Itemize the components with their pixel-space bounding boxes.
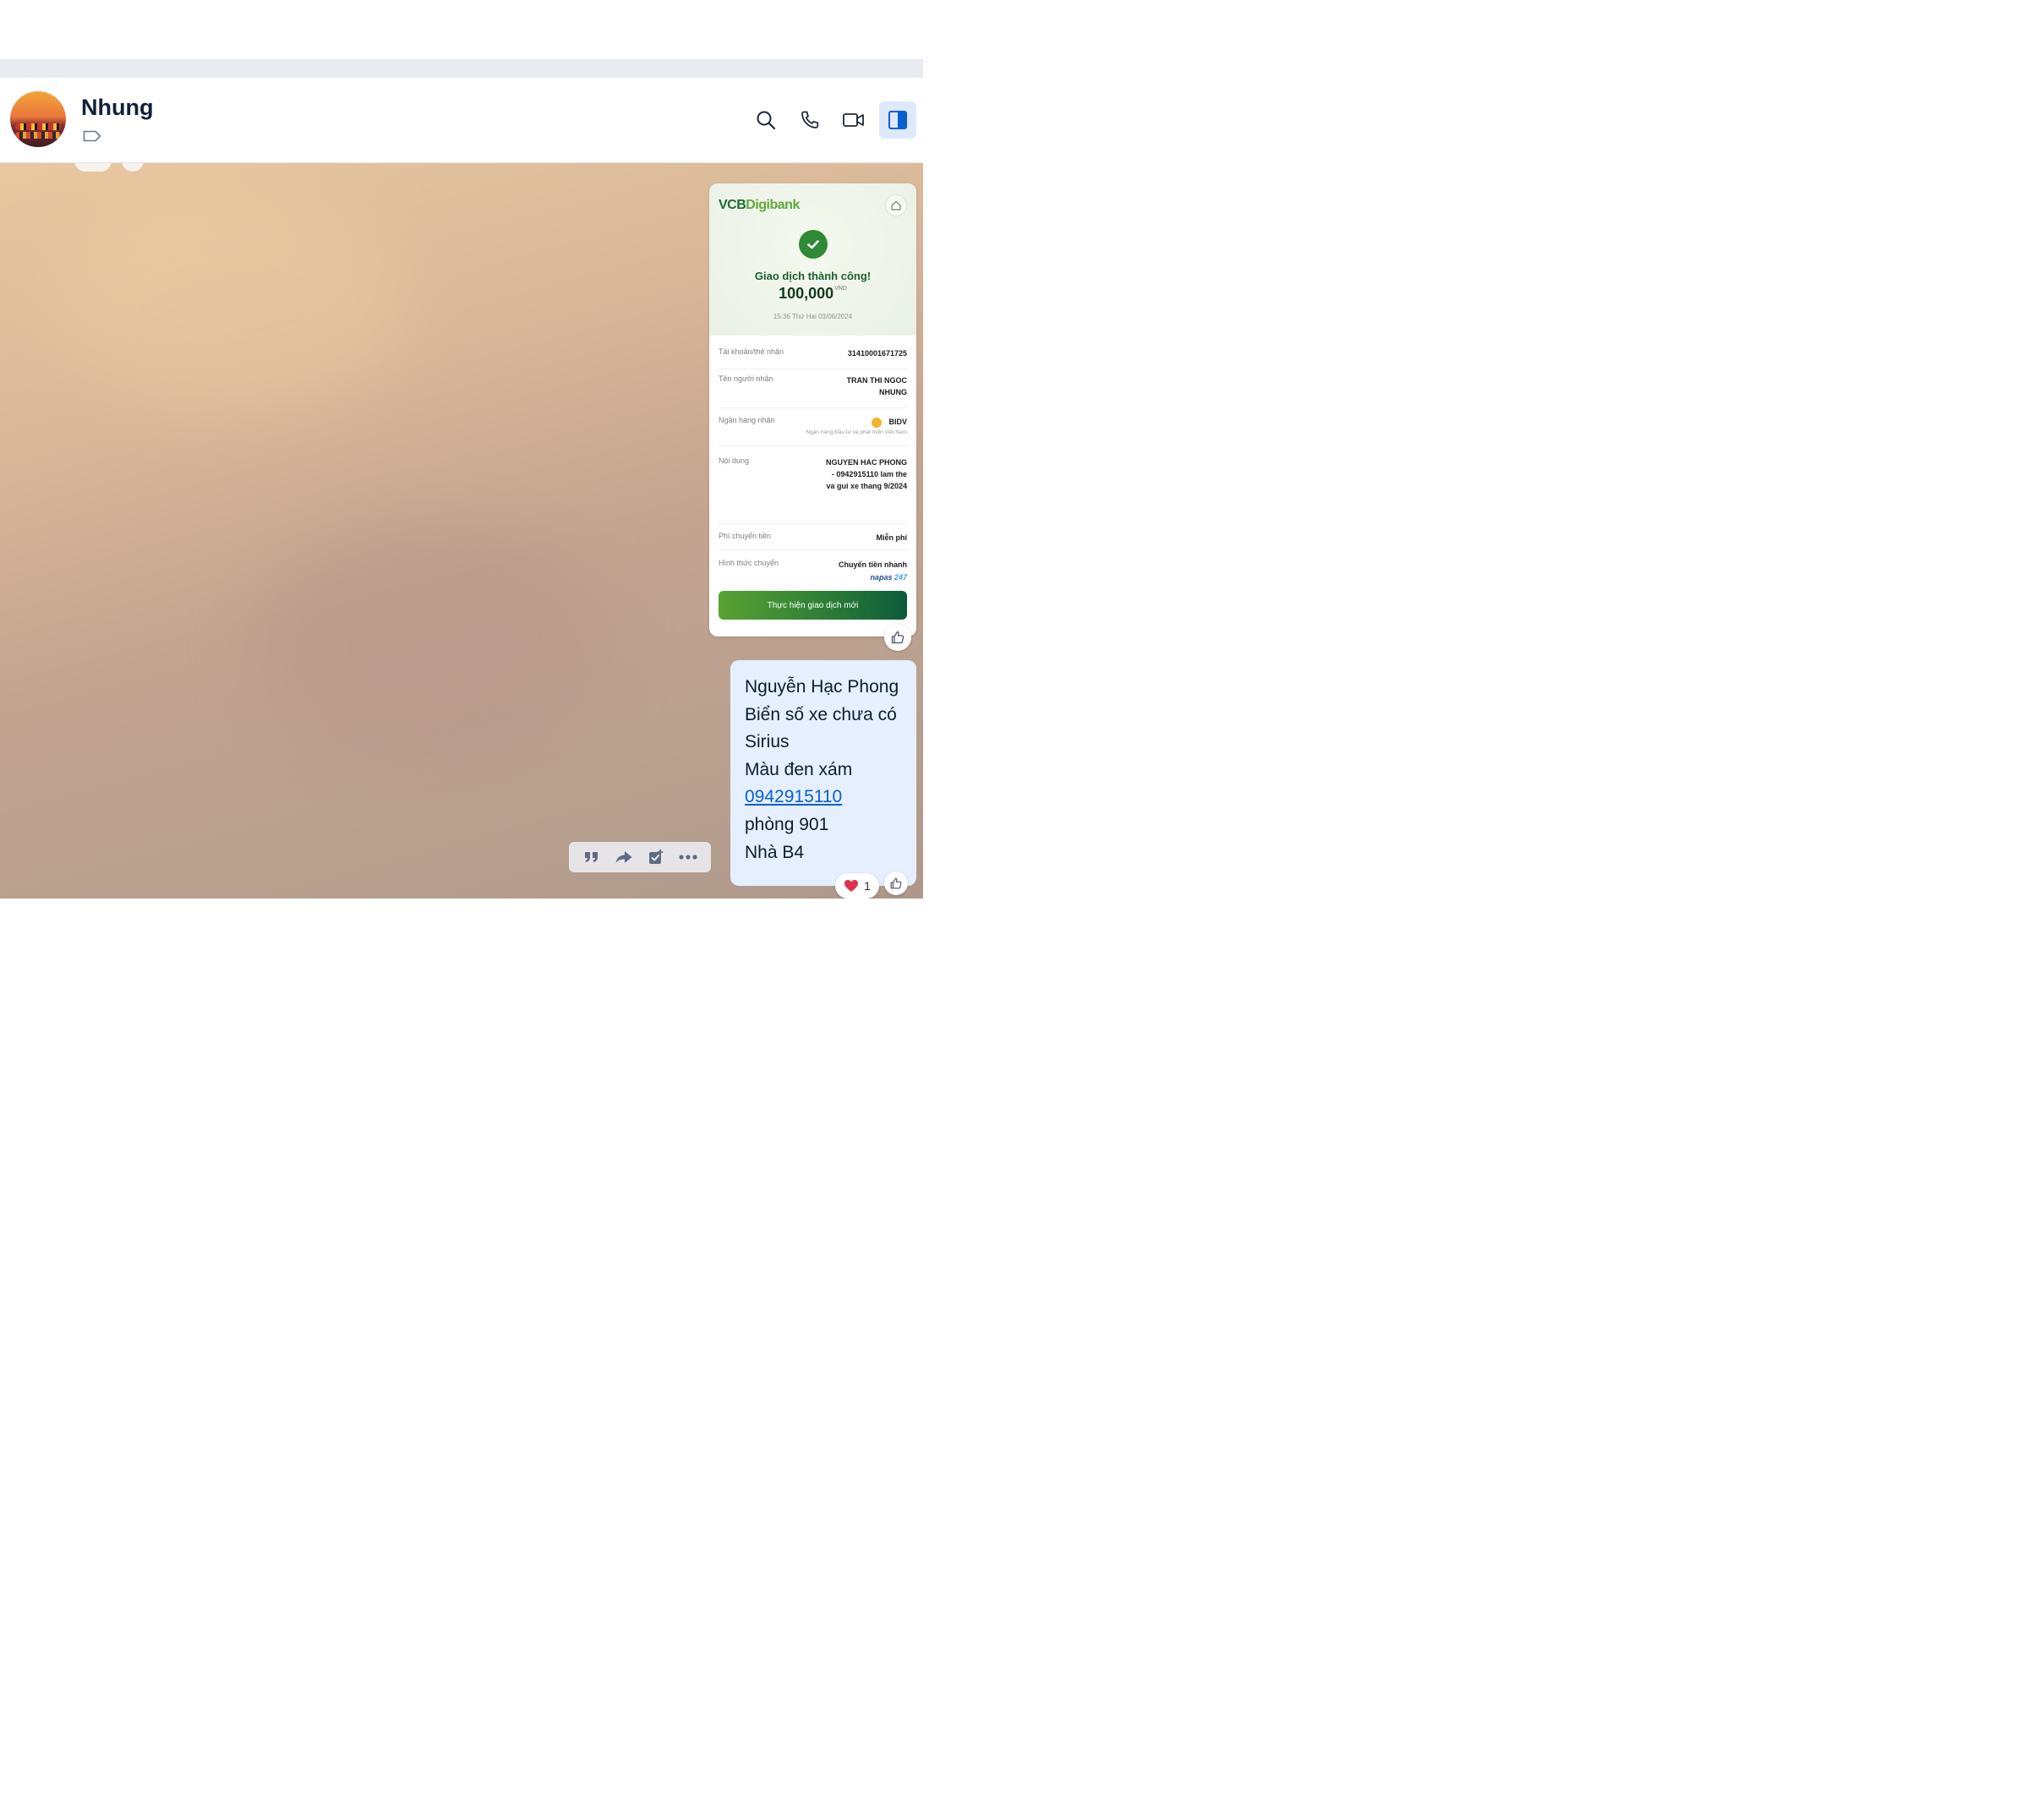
thumbs-up-icon <box>891 631 904 644</box>
phone-number-link[interactable]: 0942915110 <box>745 784 902 811</box>
new-transaction-button: Thực hiện giao dịch mới <box>719 591 907 620</box>
receipt-row-method: Hình thức chuyển Chuyển tiền nhanh napas… <box>719 559 907 582</box>
more-options-button[interactable] <box>675 844 701 870</box>
receipt-row-content: Nội dung NGUYEN HAC PHONG - 0942915110 l… <box>719 456 907 524</box>
vcb-digibank-logo: VCBDigibank <box>719 198 800 212</box>
transfer-receipt-image[interactable]: VCBDigibank Giao dịch thành công! 100,00… <box>709 183 916 637</box>
search-button[interactable] <box>747 101 784 139</box>
quote-icon <box>585 852 598 862</box>
thumbs-up-icon <box>890 877 902 889</box>
receipt-home-button <box>885 194 907 216</box>
create-task-button[interactable] <box>643 844 669 870</box>
napas-247-logo: napas 247 <box>870 573 907 582</box>
phone-icon <box>801 111 819 128</box>
transaction-status: Giao dịch thành công! <box>754 270 872 282</box>
like-reaction-button[interactable] <box>884 624 911 651</box>
side-panel-icon <box>888 111 907 129</box>
video-call-button[interactable] <box>835 101 872 139</box>
more-icon <box>679 855 697 860</box>
forward-button[interactable] <box>611 844 637 870</box>
bidv-logo-icon <box>872 417 883 428</box>
window-top-area <box>0 0 923 59</box>
side-panel-toggle[interactable] <box>879 101 916 139</box>
message-line: phòng 901 <box>745 814 829 834</box>
transaction-amount: 100,000VND <box>779 285 847 302</box>
previous-reaction-pill[interactable] <box>74 163 112 172</box>
heart-icon <box>844 880 859 892</box>
quote-button[interactable] <box>579 844 604 870</box>
chat-header: Nhung <box>0 78 923 163</box>
success-check-icon <box>799 230 828 259</box>
task-icon <box>649 849 664 864</box>
reaction-count: 1 <box>864 879 871 893</box>
add-reaction-button[interactable] <box>884 871 908 895</box>
text-message-bubble[interactable]: Nguyễn Hạc Phong Biển số xe chưa có Siri… <box>730 660 916 886</box>
avatar[interactable] <box>10 91 66 147</box>
contact-name[interactable]: Nhung <box>81 95 153 121</box>
wallpaper-shade <box>254 518 609 772</box>
tag-icon[interactable] <box>83 130 101 142</box>
chat-messages-area[interactable]: VCBDigibank Giao dịch thành công! 100,00… <box>0 163 923 899</box>
heart-reaction-count[interactable]: 1 <box>835 873 879 899</box>
receipt-row-fee: Phí chuyển tiền Miễn phí <box>719 532 907 550</box>
receipt-row-account: Tài khoản/thẻ nhận 31410001671725 <box>719 347 907 369</box>
message-line: Sirius <box>745 732 790 752</box>
receipt-row-bank: Ngân hàng nhận BIDV Ngân hàng Đầu tư và … <box>719 416 907 446</box>
previous-reaction-button[interactable] <box>122 163 144 172</box>
window-top-strip <box>0 59 923 78</box>
message-line: Nguyễn Hạc Phong <box>745 677 899 697</box>
message-line: Màu đen xám <box>745 759 853 779</box>
message-line: Biển số xe chưa có <box>745 704 897 724</box>
video-camera-icon <box>843 113 864 127</box>
wallpaper-glow <box>51 188 406 408</box>
forward-icon <box>615 851 632 863</box>
message-line: Nhà B4 <box>745 842 805 862</box>
message-action-toolbar <box>569 842 711 872</box>
home-icon <box>891 200 901 210</box>
transaction-datetime: 15:36 Thứ Hai 03/06/2024 <box>773 313 853 320</box>
search-icon <box>757 111 776 130</box>
call-button[interactable] <box>791 101 828 139</box>
receipt-row-recipient: Tên người nhận TRAN THI NGOC NHUNG <box>719 374 907 408</box>
